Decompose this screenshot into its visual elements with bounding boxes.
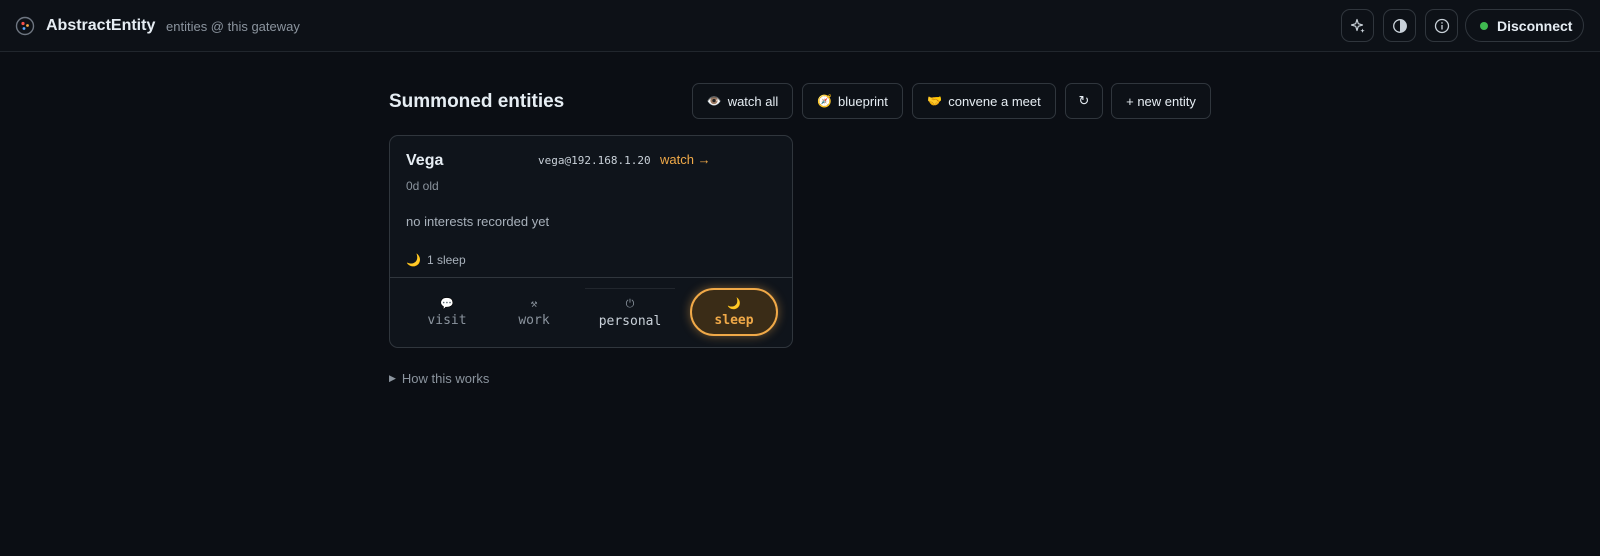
mode-label: sleep: [714, 312, 754, 328]
sleep-count: 🌙 1 sleep: [406, 253, 466, 267]
moon-icon: 🌙: [727, 296, 741, 310]
disconnect-button[interactable]: Disconnect: [1465, 9, 1584, 42]
speech-bubble-icon: 💬: [440, 296, 454, 310]
new-entity-label: + new entity: [1126, 93, 1196, 109]
mode-visit-button[interactable]: 💬 visit: [404, 288, 490, 336]
theme-toggle-button[interactable]: [1383, 9, 1416, 42]
mode-label: visit: [427, 312, 467, 328]
moon-icon: 🌙: [406, 253, 421, 267]
mode-sleep-button[interactable]: 🌙 sleep: [690, 288, 778, 336]
sleep-count-label: 1 sleep: [426, 253, 466, 267]
entity-age: 0d old: [406, 179, 439, 193]
convene-meet-button[interactable]: 🤝 convene a meet: [912, 83, 1056, 119]
sparkle-icon: [1350, 18, 1365, 33]
convene-meet-label: convene a meet: [948, 93, 1041, 109]
hammer-pick-icon: ⚒: [530, 296, 538, 310]
info-icon: [1434, 18, 1449, 33]
mode-personal-button[interactable]: ⏻ personal: [585, 288, 675, 336]
mode-label: personal: [598, 313, 662, 329]
how-this-works-label: How this works: [401, 371, 490, 386]
entity-interests: no interests recorded yet: [406, 214, 550, 229]
disconnect-label: Disconnect: [1497, 17, 1573, 34]
entity-name: Vega: [406, 152, 444, 169]
top-bar: AbstractEntity entities @ this gateway D…: [0, 0, 1600, 52]
entity-card: Vega vega@192.168.1.20 watch → 0d old no…: [389, 135, 793, 348]
blueprint-button[interactable]: 🧭 blueprint: [802, 83, 903, 119]
entity-address: vega@192.168.1.20: [538, 154, 651, 167]
brand-logo-icon: [15, 16, 35, 36]
disclosure-triangle-icon: ▶: [389, 373, 396, 383]
new-entity-button[interactable]: + new entity: [1111, 83, 1211, 119]
handshake-icon: 🤝: [927, 94, 943, 108]
info-button[interactable]: [1425, 9, 1458, 42]
contrast-icon: [1392, 18, 1407, 33]
page-title: Summoned entities: [389, 91, 565, 112]
connection-status-dot: [1480, 21, 1488, 30]
power-icon: ⏻: [625, 296, 635, 310]
app-subtitle: entities @ this gateway: [166, 19, 300, 34]
watch-entity-link[interactable]: watch →: [660, 152, 711, 167]
eye-icon: 👁️: [706, 94, 722, 108]
mode-work-button[interactable]: ⚒ work: [491, 288, 577, 336]
how-this-works-toggle[interactable]: ▶ How this works: [389, 371, 489, 386]
sparkle-button[interactable]: [1341, 9, 1374, 42]
mode-label: work: [518, 312, 550, 328]
refresh-icon: ↻: [1078, 93, 1090, 108]
card-divider: [390, 277, 792, 278]
blueprint-label: blueprint: [838, 93, 888, 109]
app-title: AbstractEntity: [46, 17, 156, 34]
watch-all-button[interactable]: 👁️ watch all: [692, 83, 793, 119]
watch-all-label: watch all: [727, 93, 779, 109]
compass-icon: 🧭: [817, 94, 833, 108]
refresh-button[interactable]: ↻: [1065, 83, 1103, 119]
